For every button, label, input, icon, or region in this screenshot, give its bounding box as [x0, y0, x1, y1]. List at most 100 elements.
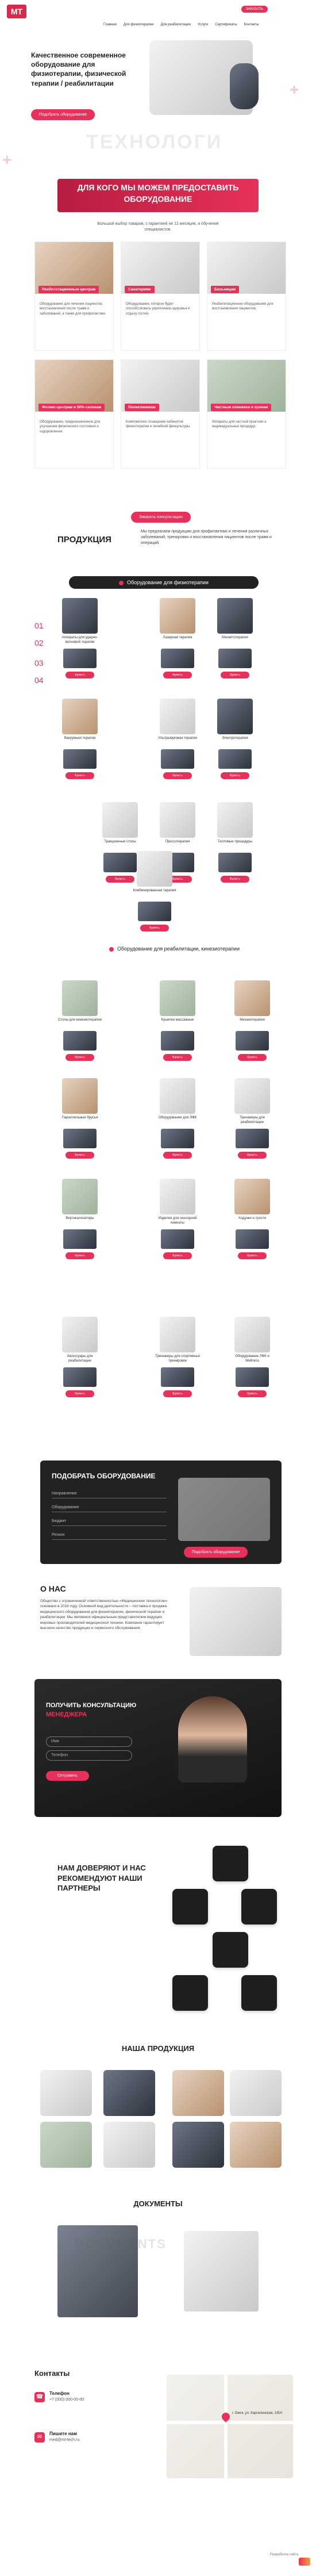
product-tile[interactable]: Изделия для сенсорной комнаты Купить — [155, 1179, 200, 1265]
product-tile[interactable]: Ультразвуковая терапия Купить — [155, 699, 200, 785]
product-thumb[interactable] — [161, 749, 194, 769]
product-buy-button[interactable]: Купить — [140, 925, 169, 931]
gallery-product-image[interactable] — [40, 2070, 92, 2116]
product-thumb[interactable] — [218, 749, 252, 769]
partner-logo[interactable] — [172, 1975, 208, 2011]
partner-logo[interactable] — [213, 1932, 248, 1968]
doc-thumbnail[interactable] — [184, 2231, 259, 2312]
nav-certs[interactable]: Сертификаты — [215, 23, 237, 30]
product-tile[interactable]: Аппараты для ударно-волновой терапии Купи… — [57, 598, 102, 684]
product-buy-button[interactable]: Купить — [65, 1152, 94, 1159]
product-buy-button[interactable]: Купить — [238, 1054, 267, 1061]
email-value[interactable]: med@mt-tech.ru — [49, 2438, 79, 2442]
product-thumb[interactable] — [161, 1229, 194, 1249]
product-buy-button[interactable]: Купить — [163, 1152, 192, 1159]
product-tile[interactable]: Вакуумная терапия Купить — [57, 699, 102, 785]
product-buy-button[interactable]: Купить — [65, 1252, 94, 1259]
gallery-product-image[interactable] — [103, 2070, 155, 2116]
logo[interactable]: MT — [7, 5, 26, 18]
gallery-product-image[interactable] — [172, 2070, 224, 2116]
category-physio-header[interactable]: Оборудование для физиотерапии — [69, 576, 259, 589]
select-region[interactable]: Регион — [52, 1531, 167, 1540]
product-buy-button[interactable]: Купить — [238, 1390, 267, 1397]
gallery-product-image[interactable] — [172, 2122, 224, 2168]
product-thumb[interactable] — [236, 1129, 269, 1148]
select-direction[interactable]: Направление — [52, 1489, 167, 1498]
header-order-button[interactable]: ЗАКАЗАТЬ — [241, 6, 268, 13]
gallery-product-image[interactable] — [230, 2122, 282, 2168]
product-thumb[interactable] — [161, 1367, 194, 1387]
product-thumb[interactable] — [218, 853, 252, 872]
product-tile[interactable]: Оборудование для ЛФК Купить — [155, 1078, 200, 1164]
product-thumb[interactable] — [236, 1031, 269, 1051]
product-thumb[interactable] — [236, 1367, 269, 1387]
product-tile[interactable]: Оборудование ЛФК и Wellness Купить — [230, 1317, 275, 1403]
select-equipment[interactable]: Оборудование — [52, 1503, 167, 1512]
select-budget[interactable]: Бюджет — [52, 1517, 167, 1526]
partner-logo[interactable] — [172, 1889, 208, 1925]
product-tile[interactable]: Механотерапия Купить — [230, 980, 275, 1067]
product-tile[interactable]: Вертикализаторы Купить — [57, 1179, 102, 1265]
product-thumb[interactable] — [138, 902, 171, 921]
consult-phone-input[interactable]: Телефон — [46, 1750, 132, 1761]
product-buy-button[interactable]: Купить — [163, 1390, 192, 1397]
product-tile[interactable]: Кушетки массажные Купить — [155, 980, 200, 1067]
partner-logo[interactable] — [241, 1889, 277, 1925]
product-thumb[interactable] — [63, 749, 97, 769]
product-buy-button[interactable]: Купить — [163, 1054, 192, 1061]
doc-thumbnail[interactable] — [57, 2225, 138, 2317]
consult-name-input[interactable]: Имя — [46, 1736, 132, 1747]
gallery-product-image[interactable] — [103, 2122, 155, 2168]
product-tile[interactable]: Тепловые процедуры Купить — [213, 802, 257, 888]
nav-services[interactable]: Услуги — [198, 23, 208, 30]
product-thumb[interactable] — [63, 1367, 97, 1387]
product-tile[interactable]: Тренажеры для реабилитации Купить — [230, 1078, 275, 1164]
product-tile[interactable]: Комбинированная терапия Купить — [132, 851, 177, 937]
product-buy-button[interactable]: Купить — [65, 772, 94, 779]
product-buy-button[interactable]: Купить — [238, 1152, 267, 1159]
product-tile[interactable]: Ходунки и трости Купить — [230, 1179, 275, 1265]
product-thumb[interactable] — [161, 649, 194, 668]
product-thumb[interactable] — [218, 649, 252, 668]
product-buy-button[interactable]: Купить — [106, 876, 134, 883]
footer-dev-logo[interactable] — [299, 2558, 310, 2566]
product-buy-button[interactable]: Купить — [221, 772, 249, 779]
phone-value[interactable]: +7 (000) 000-00-00 — [49, 2398, 84, 2402]
product-buy-button[interactable]: Купить — [221, 876, 249, 883]
product-thumb[interactable] — [63, 1229, 97, 1249]
nav-home[interactable]: Главная — [103, 23, 117, 30]
footer-dev[interactable]: Разработка сайта — [270, 2553, 298, 2556]
product-buy-button[interactable]: Купить — [65, 1054, 94, 1061]
product-thumb[interactable] — [63, 1129, 97, 1148]
gallery-product-image[interactable] — [230, 2070, 282, 2116]
product-tile[interactable]: Магнитотерапия Купить — [213, 598, 257, 684]
product-buy-button[interactable]: Купить — [163, 1252, 192, 1259]
product-thumb[interactable] — [161, 1129, 194, 1148]
nav-physio[interactable]: Для физиотерапии — [124, 23, 154, 30]
nav-rehab[interactable]: Для реабилитации — [161, 23, 191, 30]
partner-logo[interactable] — [213, 1846, 248, 1881]
product-thumb[interactable] — [63, 649, 97, 668]
nav-contacts[interactable]: Контакты — [244, 23, 259, 30]
product-thumb[interactable] — [236, 1229, 269, 1249]
category-rehab-header[interactable]: Оборудование для реабилитации, кинезиоте… — [109, 943, 282, 954]
audience-consult-button[interactable]: Заказать консультацию — [131, 512, 191, 523]
product-buy-button[interactable]: Купить — [163, 672, 192, 678]
gallery-product-image[interactable] — [40, 2122, 92, 2168]
product-thumb[interactable] — [63, 1031, 97, 1051]
product-buy-button[interactable]: Купить — [221, 672, 249, 678]
product-buy-button[interactable]: Купить — [238, 1252, 267, 1259]
product-tile[interactable]: Столы для кинезиотерапии Купить — [57, 980, 102, 1067]
selector-submit-button[interactable]: Подобрать оборудование — [184, 1547, 248, 1558]
product-tile[interactable]: Электротерапия Купить — [213, 699, 257, 785]
product-tile[interactable]: Аксессуары для реабилитации Купить — [57, 1317, 102, 1403]
product-tile[interactable]: Лазерная терапия Купить — [155, 598, 200, 684]
product-thumb[interactable] — [161, 1031, 194, 1051]
hero-select-button[interactable]: Подобрать оборудование — [31, 109, 95, 120]
product-buy-button[interactable]: Купить — [65, 672, 94, 678]
consult-submit-button[interactable]: Отправить — [46, 1771, 89, 1781]
product-buy-button[interactable]: Купить — [65, 1390, 94, 1397]
product-tile[interactable]: Параллельные брусья Купить — [57, 1078, 102, 1164]
product-tile[interactable]: Тренажеры для спортивных тренировок Купит… — [155, 1317, 200, 1403]
product-buy-button[interactable]: Купить — [163, 772, 192, 779]
